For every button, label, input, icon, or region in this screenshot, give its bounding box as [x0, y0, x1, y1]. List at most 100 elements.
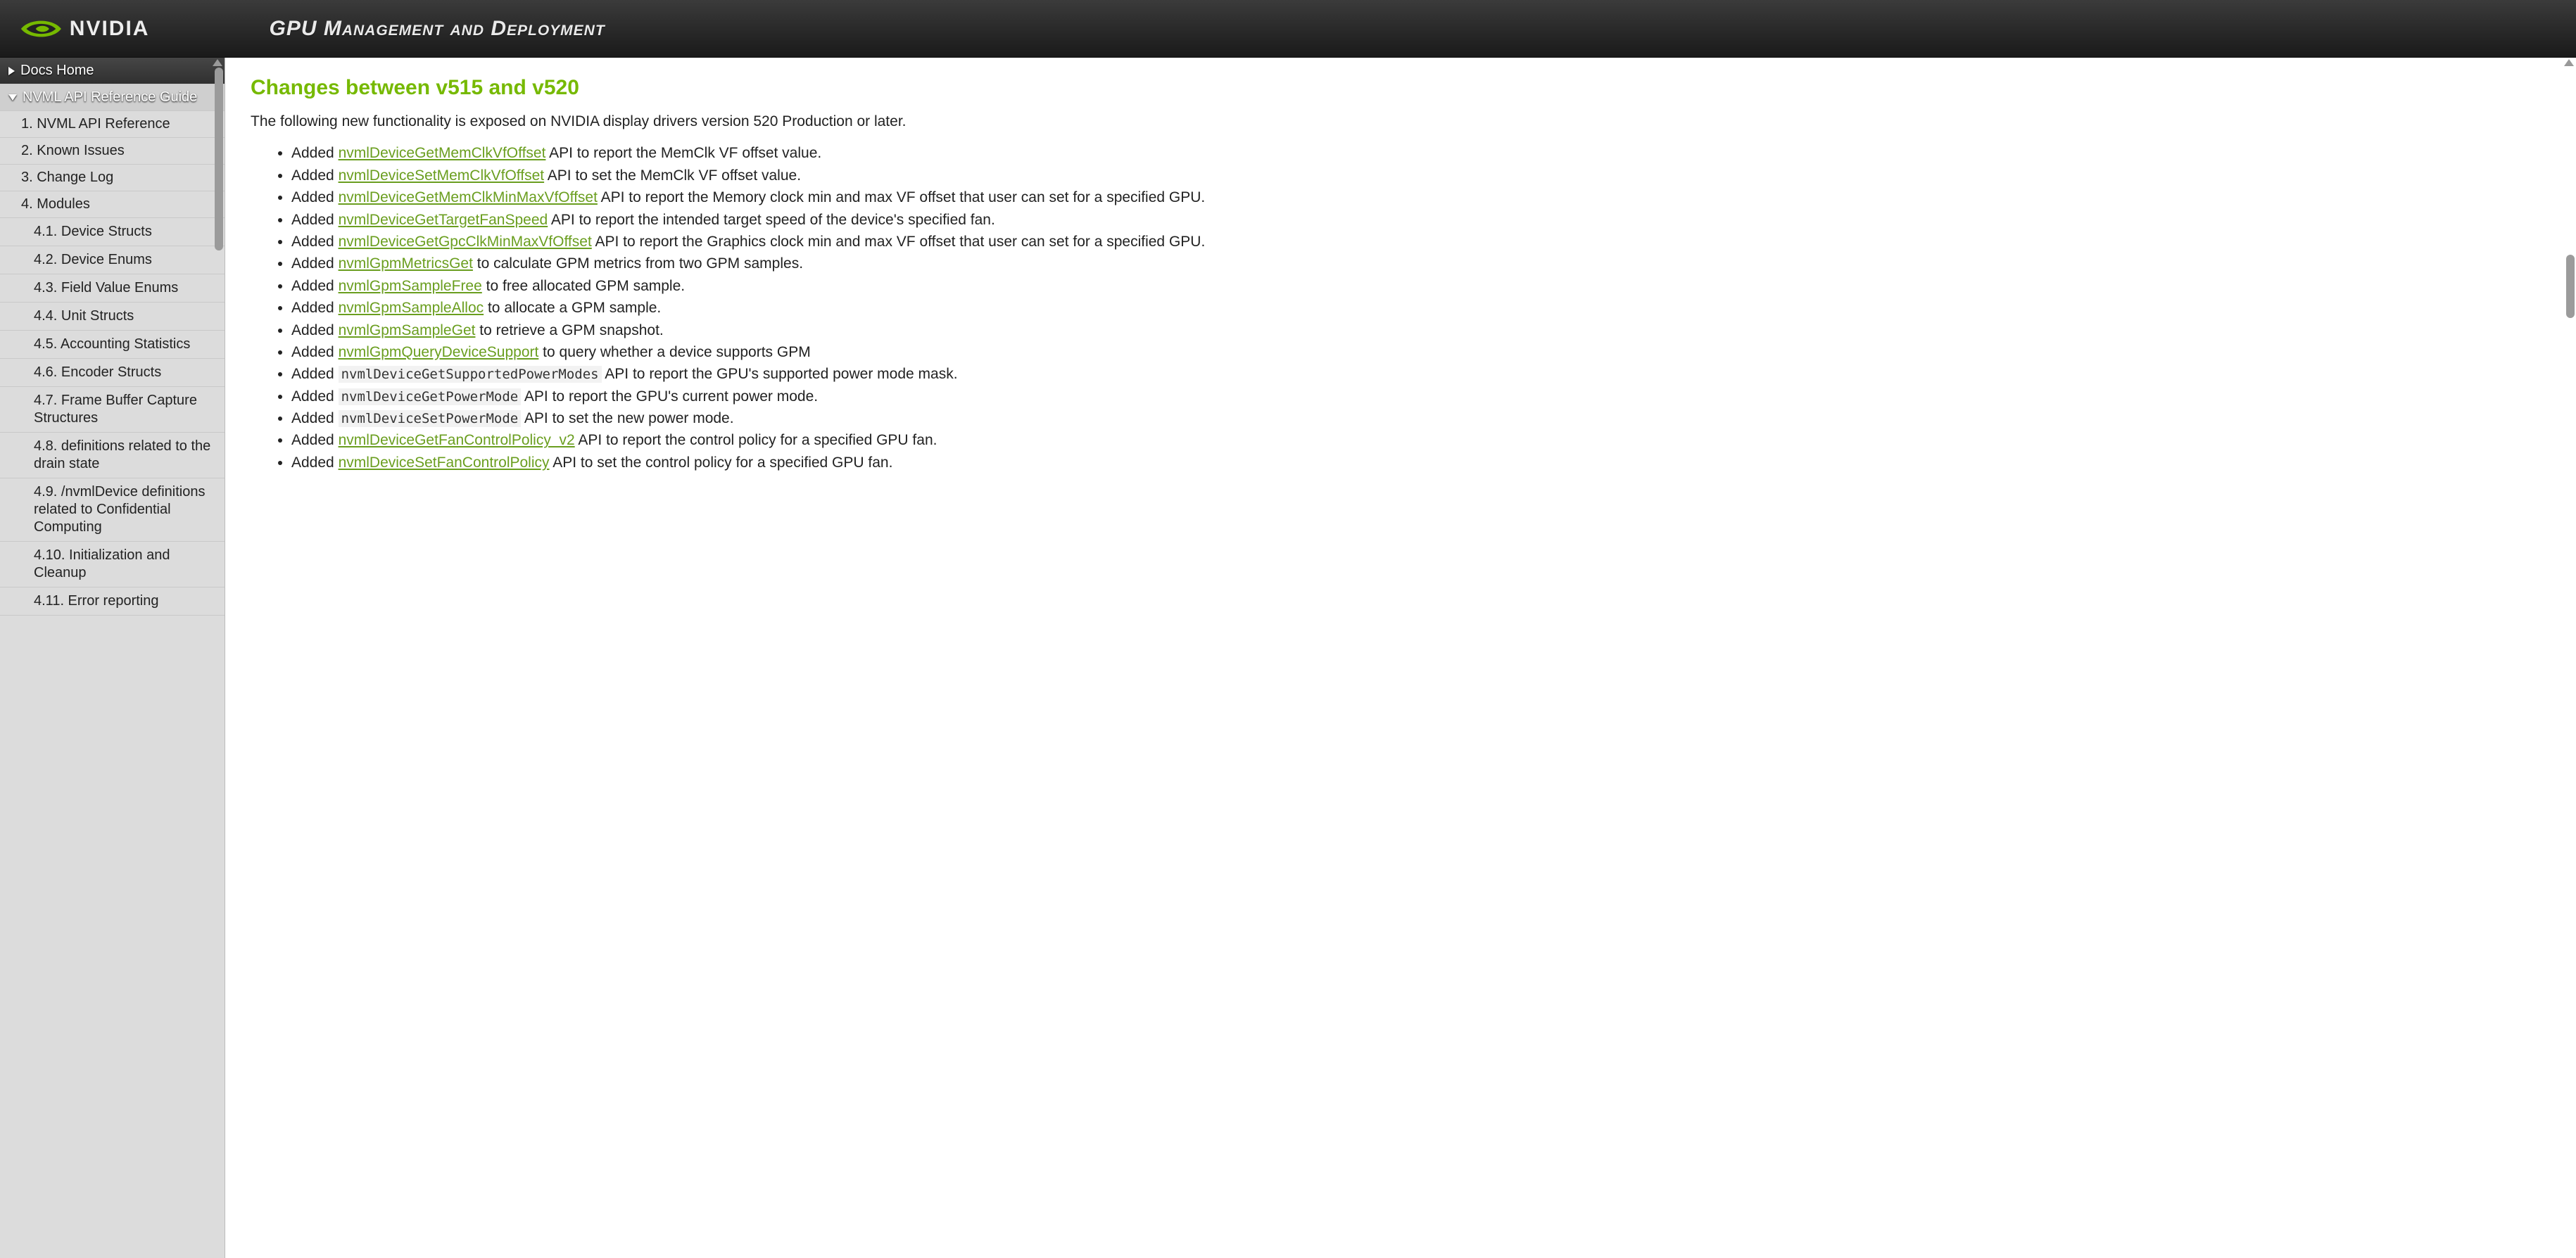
api-link[interactable]: nvmlGpmQueryDeviceSupport — [339, 344, 539, 360]
chevron-down-icon — [8, 94, 17, 101]
change-suffix: to calculate GPM metrics from two GPM sa… — [473, 255, 803, 272]
change-item: Added nvmlGpmQueryDeviceSupport to query… — [291, 342, 2548, 362]
change-suffix: API to report the GPU's supported power … — [602, 366, 958, 382]
sidebar-item[interactable]: 2. Known Issues — [0, 138, 225, 165]
change-prefix: Added — [291, 344, 339, 360]
sidebar-item[interactable]: 4.3. Field Value Enums — [0, 274, 225, 303]
api-code: nvmlDeviceSetPowerMode — [339, 410, 522, 427]
api-code: nvmlDeviceGetSupportedPowerModes — [339, 366, 602, 383]
sidebar-item[interactable]: 1. NVML API Reference — [0, 111, 225, 138]
sidebar: Docs Home NVML API Reference Guide 1. NV… — [0, 58, 225, 1258]
change-prefix: Added — [291, 410, 339, 426]
sidebar-item[interactable]: 4. Modules — [0, 191, 225, 218]
sidebar-item[interactable]: 4.5. Accounting Statistics — [0, 331, 225, 359]
change-prefix: Added — [291, 255, 339, 272]
change-list: Added nvmlDeviceGetMemClkVfOffset API to… — [251, 143, 2548, 473]
sidebar-item-label: 4.1. Device Structs — [34, 223, 152, 241]
api-link[interactable]: nvmlDeviceSetMemClkVfOffset — [339, 167, 545, 184]
page-header-title: GPU Management and Deployment — [269, 17, 605, 41]
change-prefix: Added — [291, 145, 339, 161]
change-item: Added nvmlDeviceSetFanControlPolicy API … — [291, 452, 2548, 473]
sidebar-top-nvml-guide[interactable]: NVML API Reference Guide — [0, 84, 225, 111]
change-item: Added nvmlDeviceGetGpcClkMinMaxVfOffset … — [291, 231, 2548, 252]
sidebar-item[interactable]: 4.1. Device Structs — [0, 218, 225, 246]
sidebar-item-label: 4.4. Unit Structs — [34, 307, 134, 325]
change-suffix: API to report the GPU's current power mo… — [521, 388, 818, 405]
brand-text: NVIDIA — [70, 17, 150, 41]
change-suffix: to allocate a GPM sample. — [484, 300, 661, 316]
change-suffix: API to report the intended target speed … — [548, 212, 995, 228]
sidebar-item-label: 4.5. Accounting Statistics — [34, 336, 190, 353]
sidebar-item[interactable]: 4.2. Device Enums — [0, 246, 225, 274]
api-link[interactable]: nvmlDeviceGetMemClkMinMaxVfOffset — [339, 189, 598, 205]
sidebar-item-label: 4.10. Initialization and Cleanup — [34, 547, 216, 582]
change-item: Added nvmlDeviceGetTargetFanSpeed API to… — [291, 210, 2548, 230]
change-prefix: Added — [291, 212, 339, 228]
change-item: Added nvmlDeviceGetFanControlPolicy_v2 A… — [291, 430, 2548, 450]
change-item: Added nvmlDeviceSetMemClkVfOffset API to… — [291, 165, 2548, 186]
sidebar-item[interactable]: 3. Change Log — [0, 165, 225, 191]
change-prefix: Added — [291, 234, 339, 250]
api-link[interactable]: nvmlGpmSampleAlloc — [339, 300, 484, 316]
api-link[interactable]: nvmlDeviceGetGpcClkMinMaxVfOffset — [339, 234, 592, 250]
sidebar-item-label: 1. NVML API Reference — [21, 116, 170, 132]
sidebar-top-docs-home[interactable]: Docs Home — [0, 58, 225, 84]
content-scroll-up-icon[interactable] — [2564, 59, 2574, 66]
change-item: Added nvmlDeviceGetPowerMode API to repo… — [291, 386, 2548, 407]
change-prefix: Added — [291, 300, 339, 316]
change-prefix: Added — [291, 366, 339, 382]
sidebar-item-label: 4.9. /nvmlDevice definitions related to … — [34, 483, 216, 536]
change-prefix: Added — [291, 278, 339, 294]
change-item: Added nvmlDeviceGetSupportedPowerModes A… — [291, 364, 2548, 384]
sidebar-item[interactable]: 4.7. Frame Buffer Capture Structures — [0, 387, 225, 433]
api-link[interactable]: nvmlGpmSampleGet — [339, 322, 476, 338]
content-scrollbar-thumb[interactable] — [2566, 255, 2575, 318]
section-intro: The following new functionality is expos… — [251, 111, 2548, 132]
sidebar-item-label: 4.6. Encoder Structs — [34, 364, 161, 381]
sidebar-item[interactable]: 4.9. /nvmlDevice definitions related to … — [0, 478, 225, 542]
change-item: Added nvmlDeviceGetMemClkVfOffset API to… — [291, 143, 2548, 163]
change-suffix: API to set the control policy for a spec… — [550, 455, 893, 471]
api-link[interactable]: nvmlDeviceSetFanControlPolicy — [339, 455, 550, 471]
sidebar-scrollbar-thumb[interactable] — [215, 68, 223, 250]
change-suffix: to query whether a device supports GPM — [538, 344, 810, 360]
chevron-right-icon — [8, 67, 15, 75]
change-prefix: Added — [291, 167, 339, 184]
change-suffix: API to report the Graphics clock min and… — [592, 234, 1206, 250]
sidebar-item[interactable]: 4.6. Encoder Structs — [0, 359, 225, 387]
sidebar-scroll-up-icon[interactable] — [213, 59, 222, 66]
sidebar-item[interactable]: 4.8. definitions related to the drain st… — [0, 433, 225, 478]
change-prefix: Added — [291, 388, 339, 405]
api-code: nvmlDeviceGetPowerMode — [339, 388, 522, 405]
sidebar-item-label: 4.3. Field Value Enums — [34, 279, 178, 297]
change-item: Added nvmlDeviceGetMemClkMinMaxVfOffset … — [291, 187, 2548, 208]
body-wrap: Docs Home NVML API Reference Guide 1. NV… — [0, 58, 2576, 1258]
api-link[interactable]: nvmlDeviceGetMemClkVfOffset — [339, 145, 546, 161]
sidebar-top-label: Docs Home — [20, 63, 94, 79]
section-title: Changes between v515 and v520 — [251, 73, 2548, 103]
change-prefix: Added — [291, 189, 339, 205]
change-item: Added nvmlGpmSampleGet to retrieve a GPM… — [291, 320, 2548, 341]
sidebar-top-label: NVML API Reference Guide — [23, 89, 197, 106]
change-item: Added nvmlGpmMetricsGet to calculate GPM… — [291, 253, 2548, 274]
change-suffix: to free allocated GPM sample. — [482, 278, 685, 294]
change-item: Added nvmlGpmSampleFree to free allocate… — [291, 276, 2548, 296]
sidebar-item-label: 4.7. Frame Buffer Capture Structures — [34, 392, 216, 427]
change-suffix: API to set the MemClk VF offset value. — [544, 167, 801, 184]
sidebar-item-label: 2. Known Issues — [21, 143, 125, 159]
api-link[interactable]: nvmlDeviceGetFanControlPolicy_v2 — [339, 432, 575, 448]
sidebar-item-label: 3. Change Log — [21, 170, 113, 186]
sidebar-item-label: 4. Modules — [21, 196, 90, 212]
sidebar-item[interactable]: 4.11. Error reporting — [0, 587, 225, 616]
change-suffix: API to report the Memory clock min and m… — [598, 189, 1205, 205]
nvidia-eye-icon — [20, 15, 63, 42]
sidebar-item[interactable]: 4.10. Initialization and Cleanup — [0, 542, 225, 587]
api-link[interactable]: nvmlGpmSampleFree — [339, 278, 482, 294]
change-prefix: Added — [291, 322, 339, 338]
sidebar-item[interactable]: 4.4. Unit Structs — [0, 303, 225, 331]
change-suffix: API to set the new power mode. — [521, 410, 733, 426]
change-item: Added nvmlGpmSampleAlloc to allocate a G… — [291, 298, 2548, 318]
api-link[interactable]: nvmlDeviceGetTargetFanSpeed — [339, 212, 548, 228]
api-link[interactable]: nvmlGpmMetricsGet — [339, 255, 473, 272]
nvidia-logo[interactable]: NVIDIA — [20, 15, 149, 42]
